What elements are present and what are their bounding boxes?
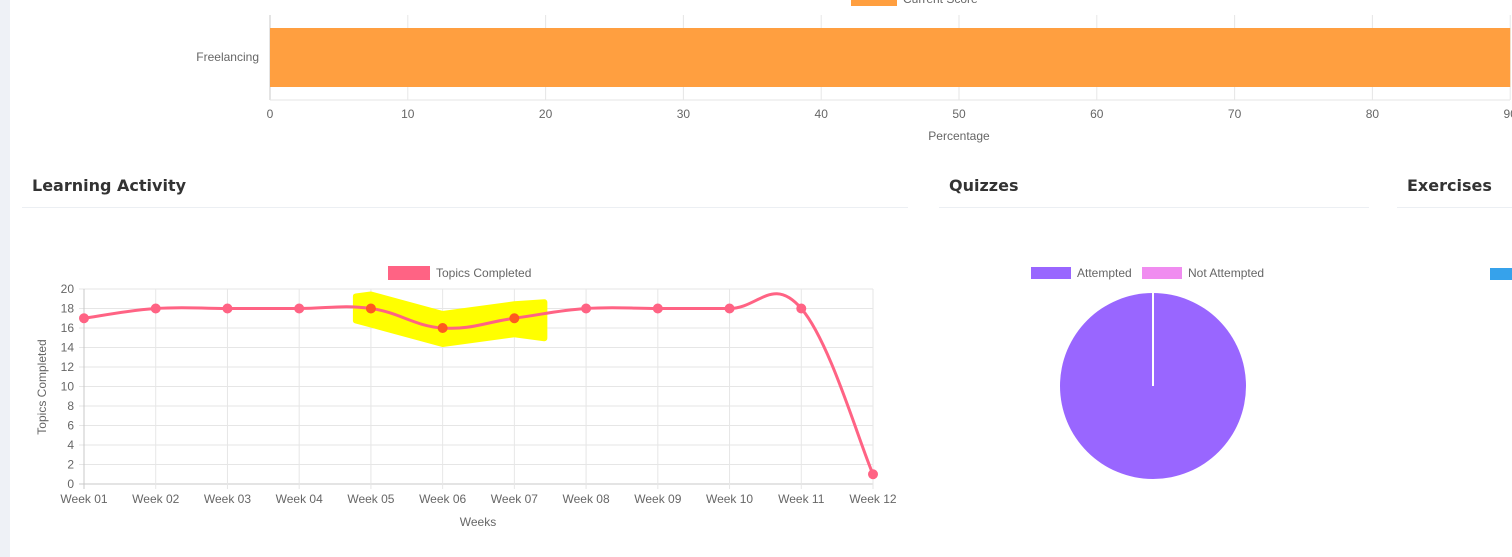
exercises-title: Exercises	[1407, 176, 1492, 195]
bar-x-tick-label: 20	[539, 107, 553, 121]
pie-legend-swatch[interactable]	[1142, 267, 1182, 279]
topics-completed-point[interactable]	[724, 303, 735, 314]
learning-activity-divider	[22, 207, 908, 208]
exercises-legend-swatch[interactable]	[1490, 268, 1512, 280]
learning-activity-title: Learning Activity	[32, 176, 187, 195]
line-x-tick-label: Week 03	[204, 492, 251, 506]
line-y-tick-label: 20	[61, 282, 75, 296]
topics-completed-point[interactable]	[509, 313, 520, 324]
topics-completed-point[interactable]	[868, 469, 878, 480]
line-x-tick-label: Week 02	[132, 492, 179, 506]
bar-x-tick-label: 40	[815, 107, 829, 121]
line-x-tick-label: Week 09	[634, 492, 681, 506]
line-y-tick-label: 8	[67, 399, 74, 413]
line-legend-swatch[interactable]	[388, 266, 430, 280]
line-y-tick-label: 0	[67, 477, 74, 491]
bar-x-tick-label: 10	[401, 107, 415, 121]
line-y-tick-label: 16	[61, 321, 75, 335]
line-y-tick-label: 6	[67, 419, 74, 433]
bar-chart-bars: Freelancing	[196, 28, 1511, 87]
bar-x-tick-label: 90	[1504, 107, 1512, 121]
line-y-tick-label: 18	[61, 302, 75, 316]
line-y-tick-label: 10	[61, 380, 75, 394]
topics-completed-point[interactable]	[294, 303, 305, 314]
line-chart-x-axis-label: Weeks	[460, 515, 496, 529]
line-x-tick-label: Week 01	[60, 492, 107, 506]
line-y-tick-label: 12	[61, 360, 75, 374]
line-x-tick-label: Week 08	[563, 492, 610, 506]
bar-x-tick-label: 80	[1366, 107, 1380, 121]
line-legend-label[interactable]: Topics Completed	[436, 266, 531, 280]
topics-completed-point[interactable]	[222, 303, 233, 314]
line-chart-y-ticks: 0 2 4 6 8 10 12 14 16 18 20	[61, 282, 75, 491]
bar-x-tick-label: 0	[267, 107, 274, 121]
skills-bar-chart: Current Score Freelancing 0 10 20 30 40 50 60 7…	[196, 0, 1512, 143]
line-x-tick-label: Week 12	[849, 492, 896, 506]
topics-completed-point[interactable]	[581, 303, 592, 314]
line-x-tick-label: Week 11	[778, 492, 825, 506]
pie-legend-swatch[interactable]	[1031, 267, 1071, 279]
pie-legend-label[interactable]: Not Attempted	[1188, 266, 1264, 280]
bar-legend-swatch[interactable]	[851, 0, 897, 6]
exercises-divider	[1397, 207, 1512, 208]
line-chart-x-ticks: Week 01 Week 02 Week 03 Week 04 Week 05 Week …	[60, 492, 896, 506]
topics-completed-point[interactable]	[79, 313, 89, 324]
topics-completed-point[interactable]	[652, 303, 663, 314]
line-chart-legend[interactable]: Topics Completed	[388, 266, 531, 280]
bar-category-label: Freelancing	[196, 50, 259, 64]
bar-chart-x-axis-label: Percentage	[928, 129, 990, 143]
topics-completed-point[interactable]	[437, 323, 448, 333]
line-y-tick-label: 14	[61, 341, 75, 355]
bar-x-tick-label: 50	[952, 107, 966, 121]
quizzes-pie-chart: Attempted Not Attempted	[1031, 266, 1264, 479]
line-x-tick-label: Week 06	[419, 492, 466, 506]
pie-chart-legend[interactable]: Attempted Not Attempted	[1031, 266, 1264, 280]
line-y-tick-label: 4	[67, 438, 74, 452]
pie-chart-slices	[1060, 293, 1246, 479]
line-x-tick-label: Week 04	[276, 492, 323, 506]
bar-x-tick-label: 70	[1228, 107, 1242, 121]
topics-completed-point[interactable]	[796, 303, 807, 314]
bar-x-tick-label: 60	[1090, 107, 1104, 121]
pie-legend-label[interactable]: Attempted	[1077, 266, 1132, 280]
bar-x-tick-label: 30	[677, 107, 691, 121]
line-x-tick-label: Week 05	[347, 492, 394, 506]
line-x-tick-label: Week 07	[491, 492, 538, 506]
quizzes-divider	[939, 207, 1369, 208]
topics-completed-point[interactable]	[365, 303, 376, 314]
bar-legend-label[interactable]: Current Score	[903, 0, 978, 6]
line-x-tick-label: Week 10	[706, 492, 753, 506]
line-chart-y-axis-label: Topics Completed	[35, 339, 49, 434]
line-y-tick-label: 2	[67, 458, 74, 472]
bar-freelancing	[270, 28, 1511, 87]
bar-chart-legend[interactable]: Current Score	[851, 0, 978, 6]
quizzes-title: Quizzes	[949, 176, 1019, 195]
learning-activity-line-chart: Topics Completed 0 2 4 6 8 10 12 14 16 18 20 Week …	[35, 266, 897, 529]
bar-chart-x-ticks: 0 10 20 30 40 50 60 70 80 90	[267, 107, 1512, 121]
topics-completed-point[interactable]	[150, 303, 161, 314]
